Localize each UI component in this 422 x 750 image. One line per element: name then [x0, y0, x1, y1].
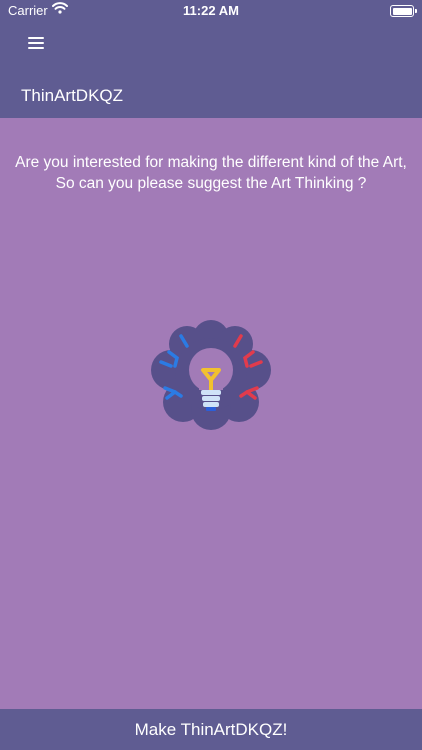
hamburger-menu-icon[interactable]	[26, 33, 48, 53]
page-title: ThinArtDKQZ	[21, 86, 124, 105]
clock: 11:22 AM	[183, 3, 239, 18]
battery-icon	[390, 5, 417, 17]
brain-lightbulb-icon	[151, 320, 271, 430]
question-text: Are you interested for making the differ…	[15, 154, 407, 192]
nav-bar: Carrier 11:22 AM ThinArtDKQZ	[0, 0, 422, 118]
status-bar: Carrier 11:22 AM	[0, 0, 422, 22]
make-button[interactable]: Make ThinArtDKQZ!	[0, 709, 422, 750]
